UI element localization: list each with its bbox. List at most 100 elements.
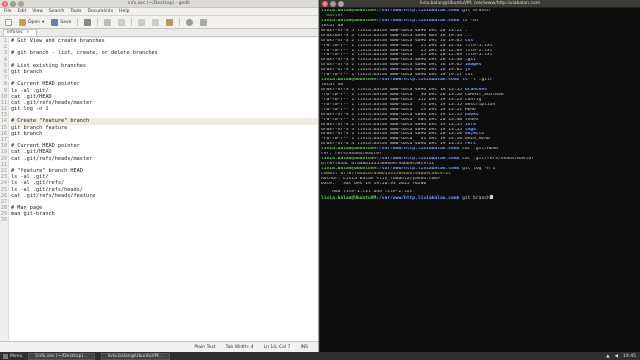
print-button[interactable] <box>82 18 93 27</box>
file-meta: -rw-rw-r-- 1 livia.balan www-data 25 Dec… <box>321 43 465 48</box>
language-selector[interactable]: Plain Text <box>194 345 215 350</box>
file-meta: -rw-rw-r-- 1 livia.balan www-data 36 Dec… <box>321 92 465 97</box>
menu-label: Menu <box>10 353 23 359</box>
menu-view[interactable]: View <box>32 9 43 14</box>
cut-icon <box>138 18 146 26</box>
prompt-user: livia.balan@UbuntuVM <box>321 157 377 162</box>
line-number: 25 <box>0 186 7 193</box>
save-button[interactable]: Save <box>49 18 73 27</box>
paste-button[interactable] <box>164 18 175 27</box>
status-bar: Plain Text Tab Width: 4 Ln 14, Col 7 INS <box>0 341 318 352</box>
menu-search[interactable]: Search <box>49 9 64 14</box>
file-name: ORIG_HEAD <box>464 137 490 142</box>
file-name: refs <box>464 142 476 147</box>
prompt-user: livia.balan@UbuntuVM <box>321 147 377 152</box>
menu-file[interactable]: File <box>4 9 12 14</box>
file-meta: drwxr-xr-x 2 livia.balan www-data 4096 D… <box>321 63 465 68</box>
text-editor[interactable]: 1 2 3 4 5 6 7 8 9 10 11 12 13 14 15 16 17 18 19 20 21 22 23 24 2… <box>0 38 318 341</box>
search-icon <box>186 18 194 26</box>
file-name: file-3.txt <box>464 53 493 58</box>
copy-icon <box>152 18 160 26</box>
gedit-titlebar[interactable]: × – □ info.sec (~/Desktop) - gedit <box>0 0 318 8</box>
file-name: css <box>464 38 474 43</box>
line-number: 24 <box>0 180 7 187</box>
undo-button[interactable] <box>102 18 113 27</box>
toolbar: Open ▾ Save <box>0 16 318 29</box>
file-name: HEAD <box>464 107 476 112</box>
prompt-path: :/var/www/http.liviabalan.com$ <box>376 78 460 83</box>
toolbar-separator <box>77 18 79 26</box>
terminal-text: Add file-1.txt and file-2.txt <box>321 189 413 194</box>
file-name: . <box>464 28 468 33</box>
find-button[interactable] <box>184 18 195 27</box>
file-name: logs <box>464 127 476 132</box>
file-meta: drwxr-xr-x 1 livia.balan www-data 4096 D… <box>321 132 465 137</box>
open-button[interactable]: Open ▾ <box>17 18 46 27</box>
save-label: Save <box>60 19 72 25</box>
replace-button[interactable] <box>198 18 209 27</box>
command-text: cat .git/refs/heads/master <box>459 157 534 162</box>
file-meta: -rw-rw-r-- 1 livia.balan www-data 984 De… <box>321 117 465 122</box>
code-area[interactable]: # Git View and create branches # git bran… <box>9 38 318 341</box>
line-number: 10 <box>0 93 7 100</box>
prompt-user: livia.balan@UbuntuVM <box>321 9 377 13</box>
tab-width-selector[interactable]: Tab Width: 4 <box>226 345 254 350</box>
menu-edit[interactable]: Edit <box>18 9 27 14</box>
line-number: 14 <box>0 118 7 125</box>
command-text: ls -l .git/ <box>459 78 493 83</box>
taskbar-gedit[interactable]: [info.sec (~/Desktop)... <box>28 352 95 360</box>
prompt-user: livia.balan@UbuntuVM <box>321 195 377 200</box>
prompt-user: livia.balan@UbuntuVM <box>321 167 377 171</box>
prompt-path: :/var/www/http.liviabalan.com$ <box>376 147 460 152</box>
terminal-output[interactable]: livia.balan@UbuntuVM:/var/www/http.livia… <box>320 8 640 201</box>
file-name: objects <box>464 132 485 137</box>
terminal-text: commit bff87763acd7a40b133558eb6ef9abb9c… <box>321 171 451 176</box>
menu-documents[interactable]: Documents <box>88 9 114 14</box>
copy-button[interactable] <box>150 18 161 27</box>
line-number: 20 <box>0 155 7 162</box>
line-number-gutter: 1 2 3 4 5 6 7 8 9 10 11 12 13 14 15 16 17 18 19 20 21 22 23 24 2… <box>0 38 9 341</box>
open-label: Open <box>28 19 41 25</box>
save-icon <box>51 18 59 26</box>
tab-infosec[interactable]: infosec × <box>3 29 37 36</box>
prompt-path: :/var/www/http.liviabalan.com$ <box>376 195 460 200</box>
window-title: livia.balan@UbuntuVM: /var/www/http.livi… <box>419 1 541 6</box>
paste-icon <box>166 18 174 26</box>
menu-icon <box>3 353 8 359</box>
taskbar-terminal[interactable]: livia.balan@UbuntuVM... <box>100 352 170 360</box>
chevron-down-icon[interactable]: ▾ <box>42 20 44 25</box>
file-meta: -rw-rw-r-- 1 livia.balan www-data 4096 D… <box>321 73 465 78</box>
file-name: hooks <box>464 112 479 117</box>
file-name: .git <box>464 58 476 63</box>
redo-button[interactable] <box>116 18 127 27</box>
file-meta: drwxr-xr-x 2 livia.balan www-data 4096 D… <box>321 68 465 73</box>
gedit-window: × – □ info.sec (~/Desktop) - gedit File … <box>0 0 319 352</box>
close-icon[interactable]: × <box>26 30 30 36</box>
menu-help[interactable]: Help <box>119 9 129 14</box>
terminal-window: × – □ livia.balan@UbuntuVM: /var/www/htt… <box>320 0 640 352</box>
network-icon[interactable]: ▲ <box>606 354 609 359</box>
file-name: config <box>464 97 482 102</box>
file-meta: -rw-rw-r-- 1 livia.balan www-data 73 Dec… <box>321 102 465 107</box>
new-button[interactable] <box>3 18 14 27</box>
prompt-user: livia.balan@UbuntuVM <box>321 18 377 23</box>
terminal-titlebar[interactable]: × – □ livia.balan@UbuntuVM: /var/www/htt… <box>320 0 640 8</box>
volume-icon[interactable]: ◀ <box>615 354 618 359</box>
file-name: info <box>464 122 476 127</box>
file-meta: drwxr-xr-x 2 livia.balan www-data 4096 D… <box>321 122 465 127</box>
menu-tools[interactable]: Tools <box>70 9 81 14</box>
file-meta: drwxr-xr-x 2 livia.balan www-data 4096 D… <box>321 88 465 92</box>
menu-button[interactable]: Menu <box>3 353 23 359</box>
command-text: cat .git/HEAD <box>459 147 499 152</box>
file-meta: drwxr-xr-x 2 livia.balan www-data 4096 D… <box>321 38 465 43</box>
terminal-text: Author: Livia Balan <liv_roman(a)yahoo.c… <box>321 176 440 181</box>
toolbar-separator <box>131 18 133 26</box>
file-meta: drwxr-xr-x 3 livia.balan www-data 4096 D… <box>321 127 465 132</box>
file-name: COMMIT_EDITMSG <box>464 92 504 97</box>
cut-button[interactable] <box>136 18 147 27</box>
command-text: git branch <box>459 9 490 13</box>
prompt-path: :/var/www/http.liviabalan.com$ <box>376 18 460 23</box>
cursor-position: Ln 14, Col 7 <box>263 344 291 350</box>
terminal-text: ref: refs/heads/master <box>321 152 382 157</box>
code-line[interactable] <box>11 217 318 223</box>
